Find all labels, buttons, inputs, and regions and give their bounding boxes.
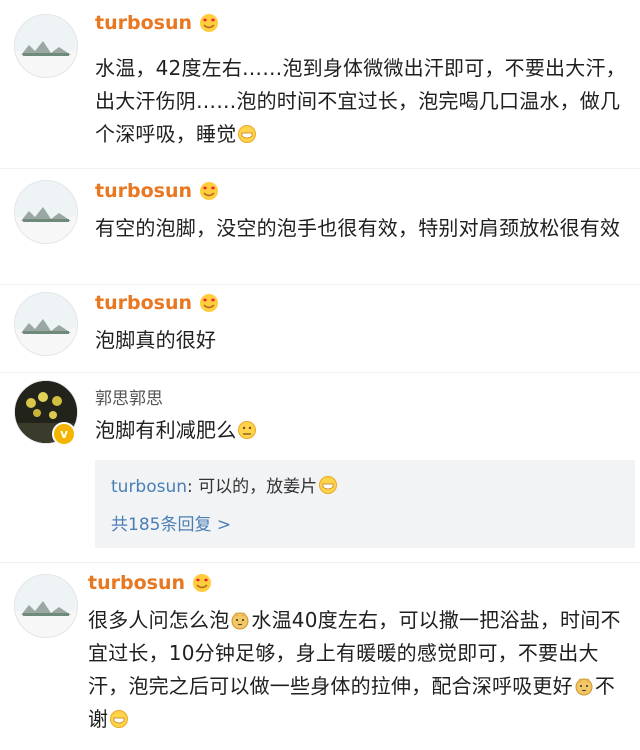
reply-preview[interactable]: turbosun: 可以的，放姜片 共185条回复 > bbox=[95, 460, 635, 548]
comment-username[interactable]: turbosun bbox=[95, 292, 220, 314]
smile-emoji-icon bbox=[109, 709, 129, 729]
heart-eyes-emoji-icon bbox=[198, 13, 220, 33]
comment-username[interactable]: turbosun bbox=[88, 572, 213, 594]
thinking-emoji-icon bbox=[237, 420, 257, 440]
comment-username[interactable]: turbosun bbox=[95, 12, 220, 34]
doge-emoji-icon bbox=[574, 676, 594, 696]
smile-emoji-icon bbox=[318, 475, 338, 495]
reply-username[interactable]: turbosun bbox=[111, 477, 187, 497]
avatar[interactable] bbox=[14, 292, 78, 356]
smile-emoji-icon bbox=[237, 124, 257, 144]
doge-emoji-icon bbox=[230, 610, 250, 630]
comment-text: 有空的泡脚，没空的泡手也很有效，特别对肩颈放松很有效 bbox=[95, 216, 621, 240]
comment-text: 很多人问怎么泡 水温40度左右，可以撒一把浴盐，时间不宜过长，10分钟足够，身上有… bbox=[88, 608, 621, 731]
reply-line: turbosun: 可以的，放姜片 bbox=[111, 472, 339, 497]
view-replies-link[interactable]: 共185条回复 > bbox=[111, 510, 231, 535]
heart-eyes-emoji-icon bbox=[191, 573, 213, 593]
comment-text: 水温，42度左右……泡到身体微微出汗即可，不要出大汗，出大汗伤阴……泡的时间不宜… bbox=[95, 56, 626, 146]
comment-username[interactable]: 郭思郭思 bbox=[95, 384, 163, 409]
comment-text: 泡脚有利减肥么 bbox=[95, 414, 630, 447]
comment-username[interactable]: turbosun bbox=[95, 180, 220, 202]
heart-eyes-emoji-icon bbox=[198, 181, 220, 201]
verified-badge-icon: v bbox=[52, 422, 76, 446]
avatar[interactable] bbox=[14, 180, 78, 244]
avatar[interactable] bbox=[14, 14, 78, 78]
divider bbox=[0, 372, 640, 373]
divider bbox=[0, 168, 640, 169]
comment-text: 泡脚真的很好 bbox=[95, 328, 217, 352]
divider bbox=[0, 284, 640, 285]
avatar[interactable] bbox=[14, 574, 78, 638]
heart-eyes-emoji-icon bbox=[198, 293, 220, 313]
reply-text: 可以的，放姜片 bbox=[198, 477, 318, 497]
divider bbox=[0, 562, 640, 563]
